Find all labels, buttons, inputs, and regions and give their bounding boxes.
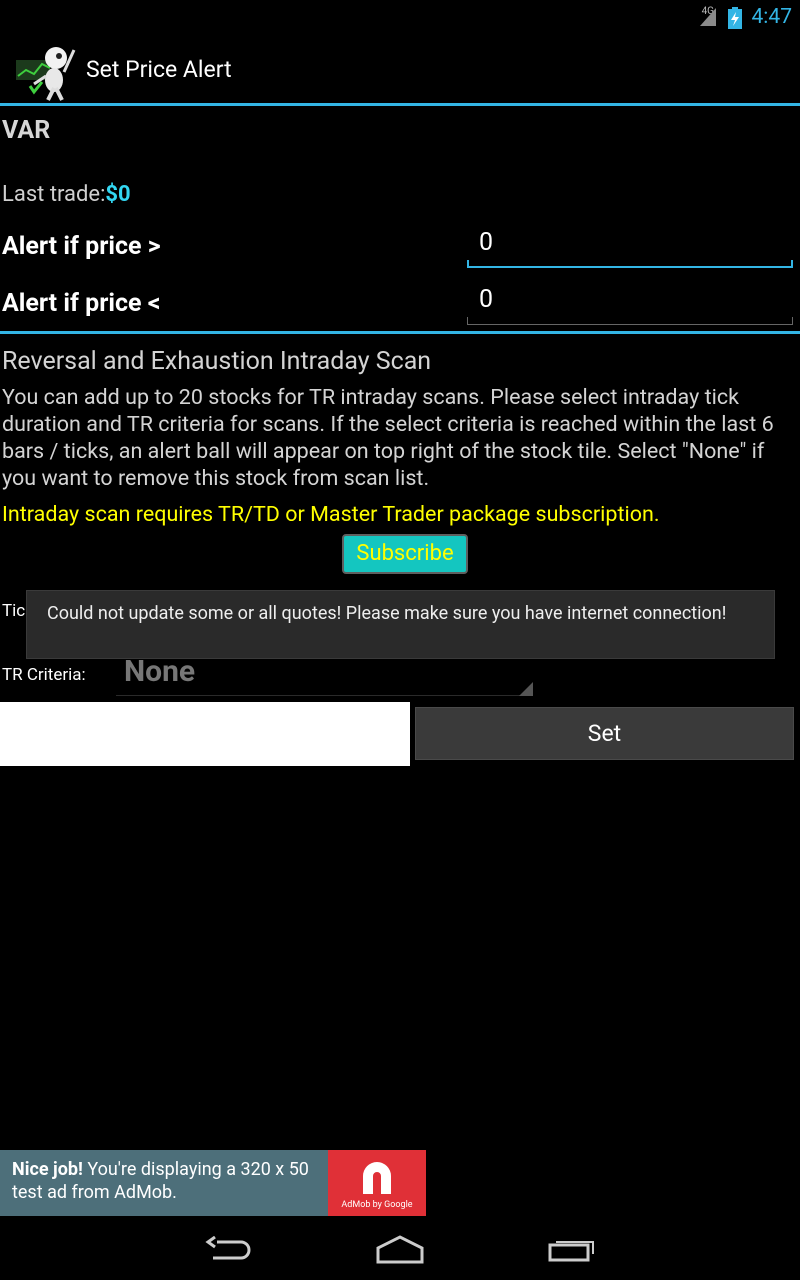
toast-message: Could not update some or all quotes! Ple… — [26, 590, 775, 659]
alert-below-value: 0 — [479, 285, 494, 314]
alert-below-label: Alert if price < — [2, 289, 161, 318]
battery-charging-icon — [728, 7, 742, 29]
scan-section-title: Reversal and Exhaustion Intraday Scan — [2, 347, 432, 376]
alert-above-value: 0 — [479, 228, 494, 257]
admob-icon — [363, 1162, 391, 1194]
last-trade-value: $0 — [105, 182, 131, 207]
signal-icon — [700, 8, 716, 26]
recents-icon[interactable] — [548, 1236, 596, 1262]
ad-banner[interactable]: Nice job! You're displaying a 320 x 50 t… — [0, 1150, 426, 1216]
trader-robot-icon[interactable] — [14, 42, 80, 102]
ad-text: Nice job! You're displaying a 320 x 50 t… — [12, 1158, 328, 1204]
status-bar: 4G 4:47 — [0, 0, 800, 34]
stock-symbol: VAR — [2, 116, 51, 145]
spinner-dropdown-icon — [519, 682, 533, 696]
admob-caption: AdMob by Google — [341, 1200, 413, 1210]
alert-above-label: Alert if price > — [2, 232, 161, 261]
home-icon[interactable] — [375, 1234, 425, 1264]
alert-above-underline — [467, 266, 793, 268]
alert-below-underline — [467, 324, 793, 325]
ad-bold-text: Nice job! — [12, 1159, 83, 1180]
alert-below-input[interactable]: 0 — [467, 285, 793, 325]
clock: 4:47 — [751, 5, 793, 29]
last-trade: Last trade:$0 — [2, 182, 131, 207]
spinner-underline — [116, 695, 533, 696]
admob-logo: AdMob by Google — [328, 1150, 426, 1216]
alert-below-tick-left — [467, 317, 468, 325]
page-title: Set Price Alert — [86, 56, 232, 83]
subscribe-button[interactable]: Subscribe — [342, 534, 468, 574]
alert-above-tick-left — [467, 260, 469, 268]
subscription-note: Intraday scan requires TR/TD or Master T… — [2, 502, 660, 527]
action-bar: Set Price Alert — [0, 34, 800, 106]
last-trade-label: Last trade: — [2, 182, 106, 207]
alert-above-input[interactable]: 0 — [467, 228, 793, 268]
tr-criteria-value: None — [124, 654, 196, 689]
alert-below-tick-right — [792, 317, 793, 325]
section-divider — [0, 331, 800, 334]
alert-above-tick-right — [791, 260, 793, 268]
set-button[interactable]: Set — [415, 707, 794, 760]
navigation-bar — [0, 1216, 800, 1280]
back-icon[interactable] — [205, 1236, 253, 1262]
scan-description: You can add up to 20 stocks for TR intra… — [2, 385, 774, 491]
tr-criteria-label: TR Criteria: — [2, 665, 86, 685]
blank-white-panel — [0, 702, 410, 766]
